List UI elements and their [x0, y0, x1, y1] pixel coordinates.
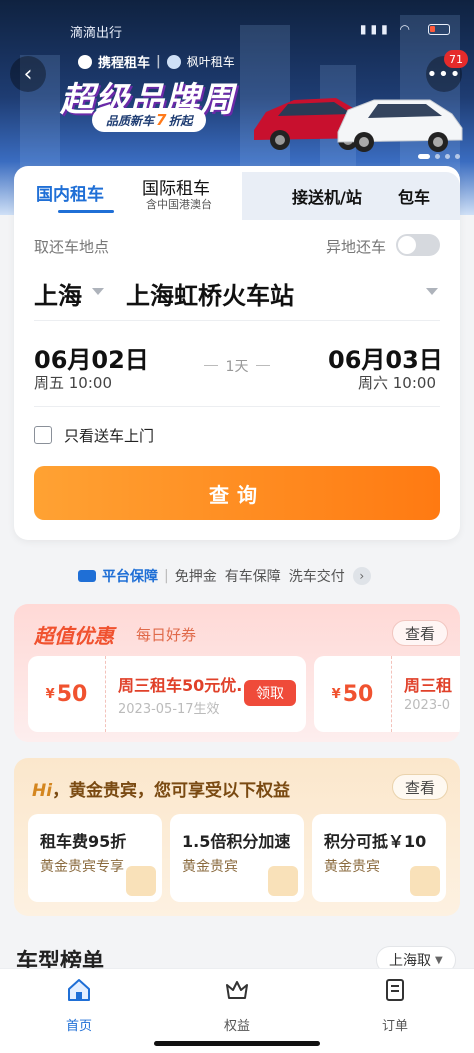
delivery-only-checkbox[interactable] — [34, 426, 52, 444]
notification-badge: 71 — [444, 50, 468, 68]
coupon-card[interactable]: ¥50 周三租车50元优... 2023-05-17生效 领取 — [28, 656, 306, 732]
lightning-bag-icon — [410, 866, 440, 896]
tab-domestic-rental[interactable]: 国内租车 — [36, 180, 104, 205]
city-dropdown-icon — [92, 288, 104, 295]
deals-view-button[interactable]: 查看 — [392, 620, 449, 646]
chevron-left-icon: ‹ — [23, 61, 33, 87]
diamond-icon — [126, 866, 156, 896]
home-indicator — [154, 1041, 320, 1046]
query-button[interactable]: 查询 — [34, 466, 440, 520]
member-benefits-section: Hi，黄金贵宾，您可享受以下权益 查看 租车费95折 黄金贵宾专享 1.5倍积分… — [14, 758, 460, 916]
crown-icon — [226, 981, 248, 999]
pickup-station[interactable]: 上海虹桥火车站 — [126, 276, 294, 311]
perk-subtitle: 黄金贵宾专享 — [40, 859, 124, 875]
pickup-location-label: 取还车地点 — [34, 238, 110, 256]
brand-row: 携程租车 | 枫叶租车 — [78, 52, 235, 71]
perk-card[interactable]: 1.5倍积分加速 黄金贵宾 — [170, 814, 304, 902]
nav-orders-label: 订单 — [381, 1019, 408, 1034]
tab-international-subtitle: 含中国港澳台 — [146, 198, 212, 211]
white-suv-illustration — [337, 99, 463, 152]
service-tabs: 国内租车 国际租车 含中国港澳台 接送机/站 包车 — [14, 166, 460, 220]
perk-subtitle: 黄金贵宾 — [324, 859, 380, 875]
daily-deals-section: 超值优惠 每日好券 查看 ¥50 周三租车50元优... 2023-05-17生… — [14, 604, 460, 742]
bell-icon — [268, 866, 298, 896]
member-title: Hi，黄金贵宾，您可享受以下权益 — [32, 781, 291, 801]
return-date[interactable]: 06月03日 — [328, 340, 443, 375]
coupon-effective-date: 2023-0 — [404, 698, 451, 713]
search-card: 国内租车 国际租车 含中国港澳台 接送机/站 包车 取还车地点 异地还车 上海 … — [14, 166, 460, 540]
guarantee-title: 平台保障 — [102, 569, 158, 585]
coupon-amount: ¥50 — [314, 656, 392, 732]
order-list-icon — [386, 979, 404, 1001]
tab-airport-transfer[interactable]: 接送机/站 — [292, 184, 362, 208]
perk-card[interactable]: 租车费95折 黄金贵宾专享 — [28, 814, 162, 902]
nav-benefits-label: 权益 — [223, 1019, 250, 1034]
maple-logo-icon — [166, 54, 181, 69]
perk-title: 1.5倍积分加速 — [182, 832, 291, 851]
nav-benefits[interactable]: 权益 — [197, 977, 277, 1034]
partner-name: 枫叶租车 — [186, 55, 235, 69]
promo-prefix: 品质新车 — [106, 113, 155, 128]
chevron-right-icon: › — [352, 567, 371, 585]
signal-wifi-icon: ▮▮▮ ◠ — [359, 22, 414, 36]
deals-title: 超值优惠 — [34, 624, 114, 648]
coupon-amount: ¥50 — [28, 656, 106, 732]
nav-orders[interactable]: 订单 — [355, 977, 435, 1034]
pickup-weekday-time: 周五 10:00 — [34, 374, 112, 392]
nav-home[interactable]: 首页 — [39, 977, 119, 1034]
guarantee-item: 免押金 — [174, 569, 217, 585]
status-app-label: 滴滴出行 — [70, 26, 123, 41]
promo-suffix: 折起 — [168, 113, 193, 128]
ranking-city-label: 上海取 — [389, 953, 431, 969]
platform-guarantee[interactable]: 平台保障 | 免押金 有车保障 洗车交付 › — [78, 566, 371, 586]
pickup-date[interactable]: 06月02日 — [34, 340, 149, 375]
nav-home-label: 首页 — [65, 1019, 92, 1034]
member-view-button[interactable]: 查看 — [392, 774, 449, 800]
claim-coupon-button[interactable]: 领取 — [244, 680, 296, 706]
back-button[interactable]: ‹ — [10, 56, 46, 92]
ctrip-logo-icon — [78, 54, 92, 69]
rental-duration: 1天 — [204, 356, 270, 376]
perk-card[interactable]: 积分可抵￥10 黄金贵宾 — [312, 814, 446, 902]
coupon-name: 周三租 — [404, 676, 453, 695]
promo-number: 7 — [156, 111, 167, 129]
carousel-dots — [418, 154, 460, 159]
promo-pill: 品质新车 7 折起 — [92, 108, 207, 132]
pickup-city[interactable]: 上海 — [34, 276, 82, 311]
perk-title: 租车费95折 — [40, 832, 127, 851]
different-return-label: 异地还车 — [326, 238, 387, 256]
coupon-name: 周三租车50元优... — [118, 676, 255, 695]
tab-charter[interactable]: 包车 — [398, 184, 430, 208]
different-return-toggle[interactable] — [396, 234, 440, 256]
station-dropdown-icon — [426, 288, 438, 295]
car-shield-icon — [78, 570, 96, 582]
guarantee-item: 有车保障 — [224, 569, 281, 585]
deals-subtitle: 每日好券 — [136, 626, 197, 644]
guarantee-item: 洗车交付 — [288, 569, 345, 585]
active-tab-indicator — [58, 210, 114, 213]
brand-name: 携程租车 — [98, 56, 151, 71]
return-weekday-time: 周六 10:00 — [358, 374, 436, 392]
coupon-card[interactable]: ¥50 周三租 2023-0 — [314, 656, 460, 732]
coupon-effective-date: 2023-05-17生效 — [118, 702, 220, 717]
perk-subtitle: 黄金贵宾 — [182, 859, 238, 875]
delivery-only-label[interactable]: 只看送车上门 — [64, 425, 154, 446]
perk-title: 积分可抵￥10 — [324, 832, 427, 851]
status-bar: 滴滴出行 ▮▮▮ ◠ — [0, 0, 474, 41]
battery-icon — [428, 24, 450, 35]
chevron-down-icon: ▼ — [435, 954, 443, 966]
home-icon — [68, 979, 90, 1001]
